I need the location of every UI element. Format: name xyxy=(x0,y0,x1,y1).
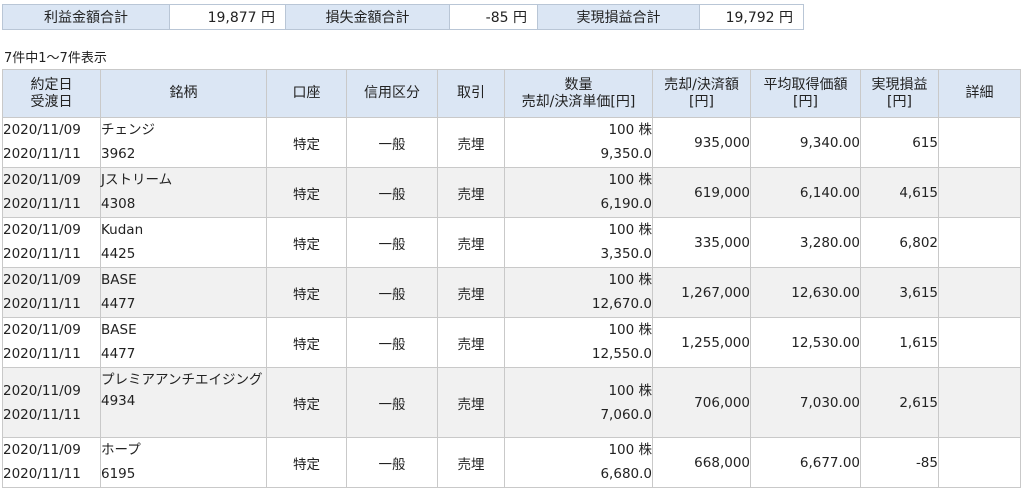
row-qty-price: 100 株 12,670.0 xyxy=(504,267,653,318)
row-pl: 6,802 xyxy=(860,217,939,268)
row-stock: チェンジ 3962 xyxy=(100,117,267,168)
row-pl: 2,615 xyxy=(860,367,939,438)
row-qty-price: 100 株 9,350.0 xyxy=(504,117,653,168)
row-avg-cost: 9,340.00 xyxy=(750,117,861,168)
row-qty-price: 100 株 6,190.0 xyxy=(504,167,653,218)
table-row: 2020/11/09 2020/11/11 Jストリーム 4308 特定 一般 売埋… xyxy=(2,167,1021,218)
row-account: 特定 xyxy=(266,217,347,268)
row-trade: 売埋 xyxy=(437,437,505,488)
table-row: 2020/11/09 2020/11/11 チェンジ 3962 特定 一般 売埋 1… xyxy=(2,117,1021,168)
row-margin: 一般 xyxy=(346,437,438,488)
header-trade: 取引 xyxy=(437,69,505,118)
row-avg-cost: 3,280.00 xyxy=(750,217,861,268)
row-pl: 3,615 xyxy=(860,267,939,318)
row-avg-cost: 6,677.00 xyxy=(750,437,861,488)
header-margin: 信用区分 xyxy=(346,69,438,118)
summary-bar: 利益金額合計 19,877 円 損失金額合計 -85 円 実現損益合計 19,7… xyxy=(2,4,804,30)
row-avg-cost: 7,030.00 xyxy=(750,367,861,438)
table-header: 約定日 受渡日 銘柄 口座 信用区分 取引 数量 売却/決済単価[円] 売却/決済額… xyxy=(2,69,1021,118)
row-dates: 2020/11/09 2020/11/11 xyxy=(2,217,101,268)
row-stock: BASE 4477 xyxy=(100,267,267,318)
row-pl: -85 xyxy=(860,437,939,488)
row-account: 特定 xyxy=(266,267,347,318)
table-row: 2020/11/09 2020/11/11 ホープ 6195 特定 一般 売埋 10… xyxy=(2,437,1021,488)
row-dates: 2020/11/09 2020/11/11 xyxy=(2,317,101,368)
row-stock: Jストリーム 4308 xyxy=(100,167,267,218)
row-account: 特定 xyxy=(266,167,347,218)
realized-total-value: 19,792 円 xyxy=(700,4,804,30)
row-detail xyxy=(938,367,1021,438)
row-trade: 売埋 xyxy=(437,267,505,318)
result-count: 7件中1～7件表示 xyxy=(4,51,107,66)
row-margin: 一般 xyxy=(346,117,438,168)
row-margin: 一般 xyxy=(346,267,438,318)
row-detail xyxy=(938,117,1021,168)
table-row: 2020/11/09 2020/11/11 BASE 4477 特定 一般 売埋 1… xyxy=(2,317,1021,368)
row-margin: 一般 xyxy=(346,317,438,368)
row-account: 特定 xyxy=(266,437,347,488)
row-margin: 一般 xyxy=(346,367,438,438)
row-pl: 615 xyxy=(860,117,939,168)
table-row: 2020/11/09 2020/11/11 プレミアアンチエイジング 4934 特定… xyxy=(2,367,1021,438)
row-detail xyxy=(938,167,1021,218)
header-avg-cost: 平均取得価額 [円] xyxy=(750,69,861,118)
profit-total-label: 利益金額合計 xyxy=(2,4,170,30)
header-dates: 約定日 受渡日 xyxy=(2,69,101,118)
row-margin: 一般 xyxy=(346,167,438,218)
row-dates: 2020/11/09 2020/11/11 xyxy=(2,437,101,488)
row-trade: 売埋 xyxy=(437,117,505,168)
row-qty-price: 100 株 6,680.0 xyxy=(504,437,653,488)
row-amount: 619,000 xyxy=(652,167,751,218)
row-dates: 2020/11/09 2020/11/11 xyxy=(2,117,101,168)
row-stock: BASE 4477 xyxy=(100,317,267,368)
row-amount: 668,000 xyxy=(652,437,751,488)
loss-total-label: 損失金額合計 xyxy=(285,4,450,30)
loss-total-value: -85 円 xyxy=(450,4,537,30)
row-stock: Kudan 4425 xyxy=(100,217,267,268)
table-row: 2020/11/09 2020/11/11 BASE 4477 特定 一般 売埋 1… xyxy=(2,267,1021,318)
row-detail xyxy=(938,317,1021,368)
row-stock: プレミアアンチエイジング 4934 xyxy=(100,367,267,438)
row-trade: 売埋 xyxy=(437,317,505,368)
row-detail xyxy=(938,437,1021,488)
row-qty-price: 100 株 7,060.0 xyxy=(504,367,653,438)
header-sale-amount: 売却/決済額 [円] xyxy=(652,69,751,118)
profit-total-value: 19,877 円 xyxy=(170,4,285,30)
row-amount: 935,000 xyxy=(652,117,751,168)
row-pl: 1,615 xyxy=(860,317,939,368)
row-account: 特定 xyxy=(266,117,347,168)
row-qty-price: 100 株 3,350.0 xyxy=(504,217,653,268)
realized-total-label: 実現損益合計 xyxy=(537,4,700,30)
row-account: 特定 xyxy=(266,367,347,438)
realized-pl-table: 約定日 受渡日 銘柄 口座 信用区分 取引 数量 売却/決済単価[円] 売却/決済額… xyxy=(2,69,1021,488)
header-name: 銘柄 xyxy=(100,69,267,118)
row-avg-cost: 12,530.00 xyxy=(750,317,861,368)
row-pl: 4,615 xyxy=(860,167,939,218)
row-dates: 2020/11/09 2020/11/11 xyxy=(2,367,101,438)
header-detail: 詳細 xyxy=(938,69,1021,118)
row-detail xyxy=(938,217,1021,268)
row-dates: 2020/11/09 2020/11/11 xyxy=(2,167,101,218)
row-amount: 1,255,000 xyxy=(652,317,751,368)
row-avg-cost: 6,140.00 xyxy=(750,167,861,218)
row-detail xyxy=(938,267,1021,318)
row-stock: ホープ 6195 xyxy=(100,437,267,488)
row-dates: 2020/11/09 2020/11/11 xyxy=(2,267,101,318)
header-account: 口座 xyxy=(266,69,347,118)
table-row: 2020/11/09 2020/11/11 Kudan 4425 特定 一般 売埋 … xyxy=(2,217,1021,268)
row-amount: 706,000 xyxy=(652,367,751,438)
row-amount: 1,267,000 xyxy=(652,267,751,318)
row-trade: 売埋 xyxy=(437,367,505,438)
row-avg-cost: 12,630.00 xyxy=(750,267,861,318)
row-amount: 335,000 xyxy=(652,217,751,268)
row-trade: 売埋 xyxy=(437,167,505,218)
row-trade: 売埋 xyxy=(437,217,505,268)
row-account: 特定 xyxy=(266,317,347,368)
row-qty-price: 100 株 12,550.0 xyxy=(504,317,653,368)
header-pl: 実現損益 [円] xyxy=(860,69,939,118)
row-margin: 一般 xyxy=(346,217,438,268)
header-qty-price: 数量 売却/決済単価[円] xyxy=(504,69,653,118)
